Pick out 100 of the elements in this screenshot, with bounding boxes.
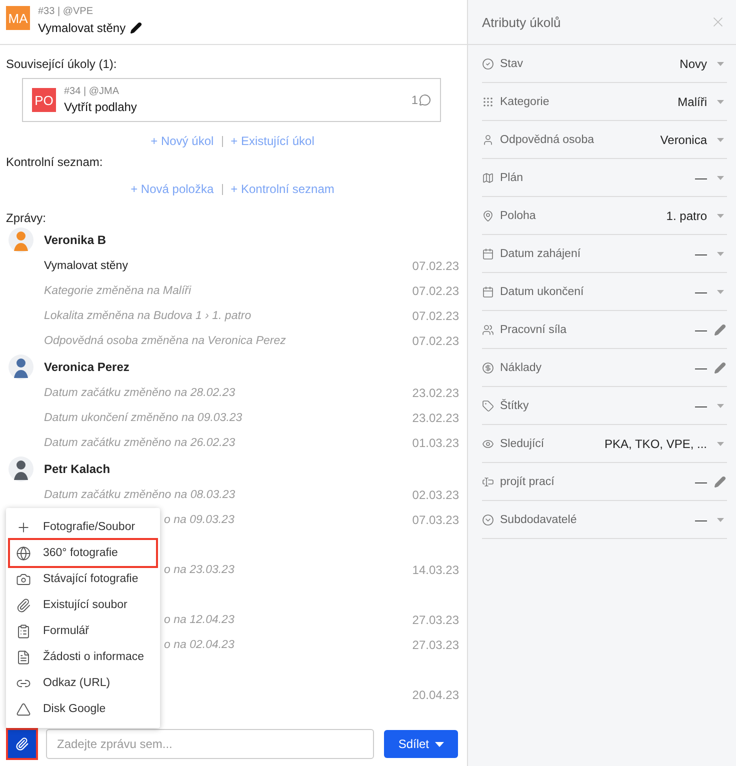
- attribute-icon: [482, 286, 494, 298]
- attribute-label: Subdodavatelé: [500, 514, 578, 526]
- section-heading: Související úkoly (1):: [6, 57, 118, 71]
- message-date: 07.03.23: [412, 512, 459, 526]
- message-text: Vymalovat stěny: [44, 260, 128, 272]
- attribute-icon: [482, 362, 494, 374]
- message-text: Datum začátku změněno na 26.02.23: [44, 436, 236, 448]
- message-date: 07.02.23: [412, 334, 459, 348]
- message-date: 07.02.23: [412, 308, 459, 322]
- menu-item-icon: [16, 572, 31, 586]
- menu-item[interactable]: Odkaz (URL): [10, 670, 156, 696]
- attribute-icon: [482, 210, 494, 222]
- menu-item[interactable]: Existující soubor: [10, 592, 156, 618]
- menu-item-icon: [16, 650, 31, 664]
- attach-button[interactable]: [8, 730, 36, 758]
- attribute-icon: [482, 476, 494, 488]
- menu-item[interactable]: 360° fotografie: [10, 540, 156, 566]
- task-avatar: MA: [6, 6, 30, 30]
- message-text: Odpovědná osoba změněna na Veronica Perez: [44, 334, 286, 346]
- message-text: Datum začátku změněno na 28.02.23: [44, 386, 236, 398]
- attribute-label: Odpovědná osoba: [500, 134, 595, 146]
- message-input[interactable]: Zadejte zprávu sem...: [46, 729, 374, 759]
- message-date: 07.02.23: [412, 258, 459, 272]
- message-date: 20.04.23: [412, 688, 459, 702]
- attribute-icon: [482, 438, 494, 450]
- menu-item[interactable]: Disk Google: [10, 696, 156, 722]
- attribute-value: —: [695, 474, 707, 488]
- author-name: Veronica Perez: [44, 360, 130, 374]
- menu-item[interactable]: Žádosti o informace: [10, 644, 156, 670]
- attribute-icon: [482, 514, 494, 526]
- attribute-value: Veronica: [660, 132, 707, 146]
- attribute-icon: [482, 324, 494, 336]
- attribute-icon: [482, 248, 494, 260]
- attribute-value: 1. patro: [666, 208, 707, 222]
- attribute-value: Malíři: [678, 94, 707, 108]
- menu-item[interactable]: Fotografie/Soubor: [10, 514, 156, 540]
- attribute-icon: [482, 400, 494, 412]
- menu-item-icon: [16, 624, 31, 638]
- section-heading: Kontrolní seznam:: [6, 155, 104, 169]
- comment-icon: [419, 94, 431, 106]
- attribute-icon: [482, 58, 494, 70]
- attribute-value: —: [695, 322, 707, 336]
- edit-button[interactable]: [713, 324, 727, 336]
- menu-item[interactable]: Stávající fotografie: [10, 566, 156, 592]
- attribute-label: Datum ukončení: [500, 286, 585, 298]
- attribute-label: Štítky: [500, 400, 530, 412]
- message-text: Datum ukončení změněno na 09.03.23: [44, 412, 242, 424]
- task-title: Vytřít podlahy: [64, 100, 138, 114]
- attribute-label: Náklady: [500, 362, 543, 374]
- caret-icon: [435, 742, 444, 746]
- attribute-label: Datum zahájení: [500, 248, 582, 260]
- task-avatar: PO: [32, 88, 56, 112]
- attribute-value: Novy: [680, 56, 707, 70]
- message-date: 01.03.23: [412, 436, 459, 450]
- attribute-icon: [482, 96, 494, 108]
- attribute-value: —: [695, 284, 707, 298]
- menu-item-icon: [16, 598, 31, 612]
- message-text: o na 12.04.23: [164, 614, 234, 626]
- edit-button[interactable]: [713, 476, 727, 488]
- message-text: Kategorie změněna na Malíři: [44, 284, 192, 296]
- attribute-value: —: [695, 246, 707, 260]
- message-text: o na 09.03.23: [164, 514, 234, 526]
- attribute-label: Kategorie: [500, 96, 550, 108]
- menu-item-icon: [16, 520, 31, 534]
- share-button[interactable]: Sdílet: [384, 730, 458, 758]
- edit-button[interactable]: [713, 362, 727, 374]
- panel-title: Atributy úkolů: [482, 14, 561, 30]
- attribute-label: Sledující: [500, 438, 546, 450]
- message-date: 23.02.23: [412, 410, 459, 424]
- message-date: 02.03.23: [412, 488, 459, 502]
- message-date: 23.02.23: [412, 386, 459, 400]
- attribute-value: PKA, TKO, VPE, ...: [604, 436, 707, 450]
- task-meta: #33 | @VPE: [38, 6, 94, 17]
- attribute-value: —: [695, 170, 707, 184]
- author-name: Veronika B: [44, 233, 106, 247]
- attribute-value: —: [695, 512, 707, 526]
- pencil-icon[interactable]: [130, 22, 142, 34]
- message-text: o na 02.04.23: [164, 638, 234, 650]
- message-date: 27.03.23: [412, 638, 459, 652]
- attribute-icon: [482, 134, 494, 146]
- menu-item[interactable]: Formulář: [10, 618, 156, 644]
- menu-item-icon: [16, 702, 31, 716]
- attribute-label: Plán: [500, 172, 524, 184]
- attribute-label: Stav: [500, 58, 524, 70]
- attribute-label: projít prací: [500, 476, 556, 488]
- message-date: 14.03.23: [412, 562, 459, 576]
- task-title: Vymalovat stěny: [38, 21, 126, 35]
- message-date: 27.03.23: [412, 612, 459, 626]
- author-name: Petr Kalach: [44, 462, 110, 476]
- message-text: Lokalita změněna na Budova 1 › 1. patro: [44, 310, 252, 322]
- message-date: 07.02.23: [412, 284, 459, 298]
- attribute-value: —: [695, 360, 707, 374]
- task-meta: #34 | @JMA: [64, 86, 120, 97]
- section-heading: Zprávy:: [6, 211, 48, 225]
- attribute-label: Pracovní síla: [500, 324, 568, 336]
- menu-item-icon: [16, 546, 31, 560]
- comment-count: 1: [411, 93, 418, 107]
- paperclip-icon: [15, 737, 29, 751]
- message-text: o na 23.03.23: [164, 564, 234, 576]
- attribute-label: Poloha: [500, 210, 537, 222]
